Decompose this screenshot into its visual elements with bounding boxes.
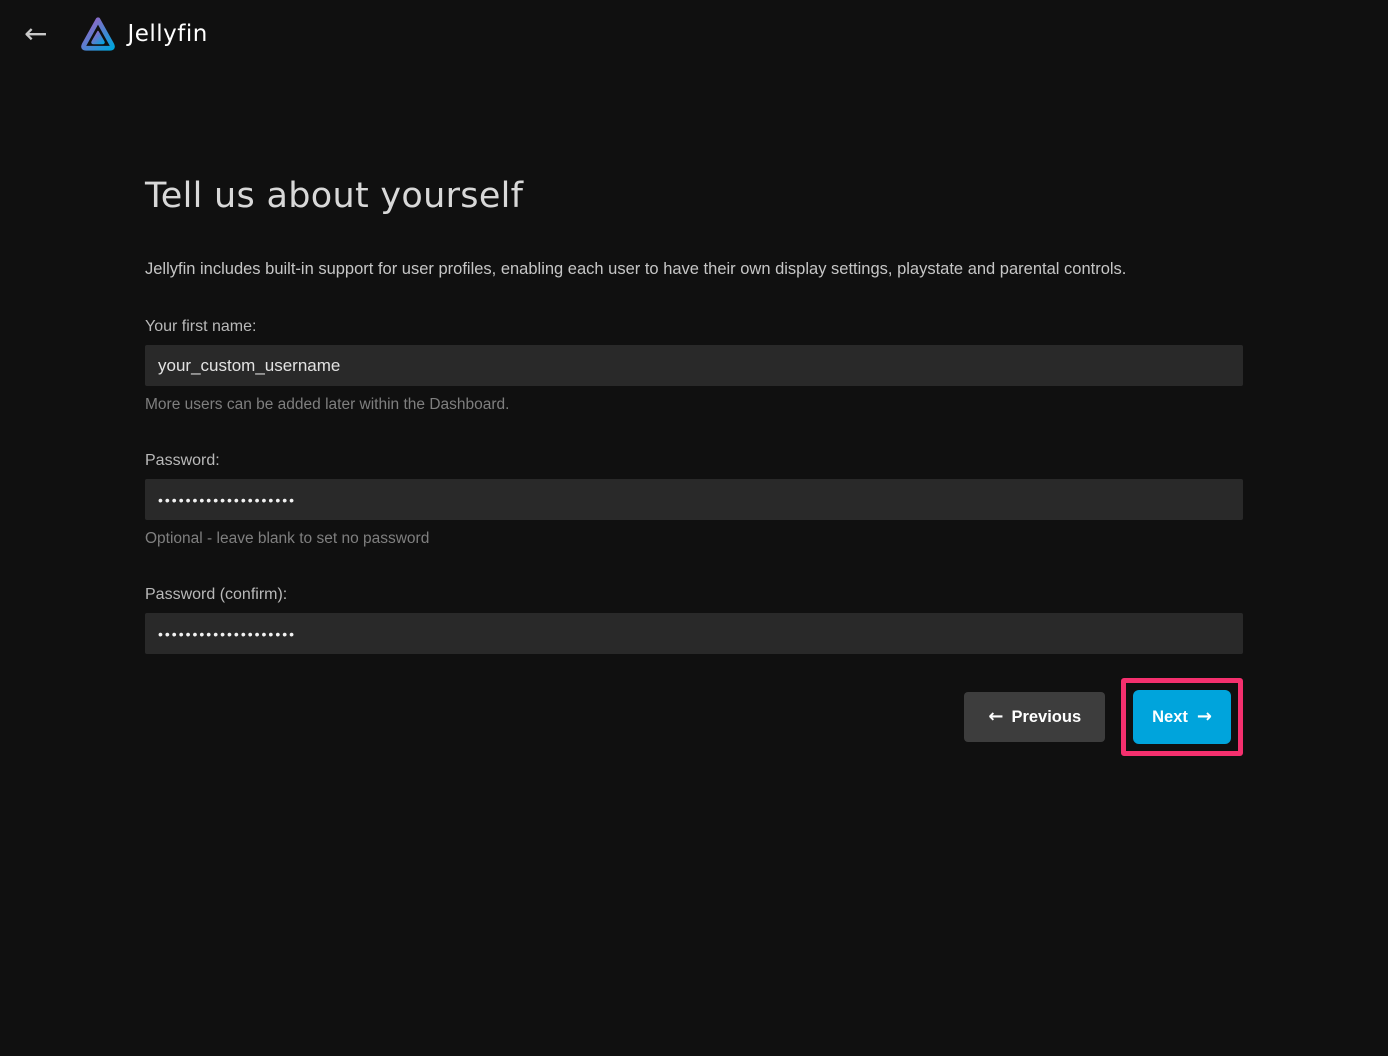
app-logo: Jellyfin bbox=[79, 15, 207, 53]
left-arrow-icon: ← bbox=[988, 708, 1003, 726]
first-name-field-group: Your first name: More users can be added… bbox=[145, 318, 1243, 414]
password-helper: Optional - leave blank to set no passwor… bbox=[145, 530, 1243, 548]
first-name-helper: More users can be added later within the… bbox=[145, 396, 1243, 414]
page-title: Tell us about yourself bbox=[145, 68, 1243, 216]
password-confirm-field-group: Password (confirm): bbox=[145, 586, 1243, 654]
password-confirm-input[interactable] bbox=[145, 613, 1243, 654]
password-field-group: Password: Optional - leave blank to set … bbox=[145, 452, 1243, 548]
top-bar: ← Jellyfin bbox=[0, 0, 1388, 68]
next-button-label: Next bbox=[1152, 709, 1188, 726]
page-description: Jellyfin includes built-in support for u… bbox=[145, 258, 1243, 280]
next-button-highlight-box: Next → bbox=[1121, 678, 1243, 756]
right-arrow-icon: → bbox=[1197, 708, 1212, 726]
previous-button[interactable]: ← Previous bbox=[964, 692, 1105, 742]
first-name-input[interactable] bbox=[145, 345, 1243, 386]
first-name-label: Your first name: bbox=[145, 318, 1243, 336]
password-confirm-label: Password (confirm): bbox=[145, 586, 1243, 604]
back-button[interactable]: ← bbox=[16, 16, 55, 52]
app-name: Jellyfin bbox=[127, 21, 207, 47]
wizard-button-row: ← Previous Next → bbox=[145, 678, 1243, 756]
jellyfin-logo-icon bbox=[79, 15, 117, 53]
password-input[interactable] bbox=[145, 479, 1243, 520]
next-button[interactable]: Next → bbox=[1133, 690, 1231, 744]
setup-form: Tell us about yourself Jellyfin includes… bbox=[145, 68, 1243, 756]
previous-button-label: Previous bbox=[1011, 709, 1081, 726]
password-label: Password: bbox=[145, 452, 1243, 470]
